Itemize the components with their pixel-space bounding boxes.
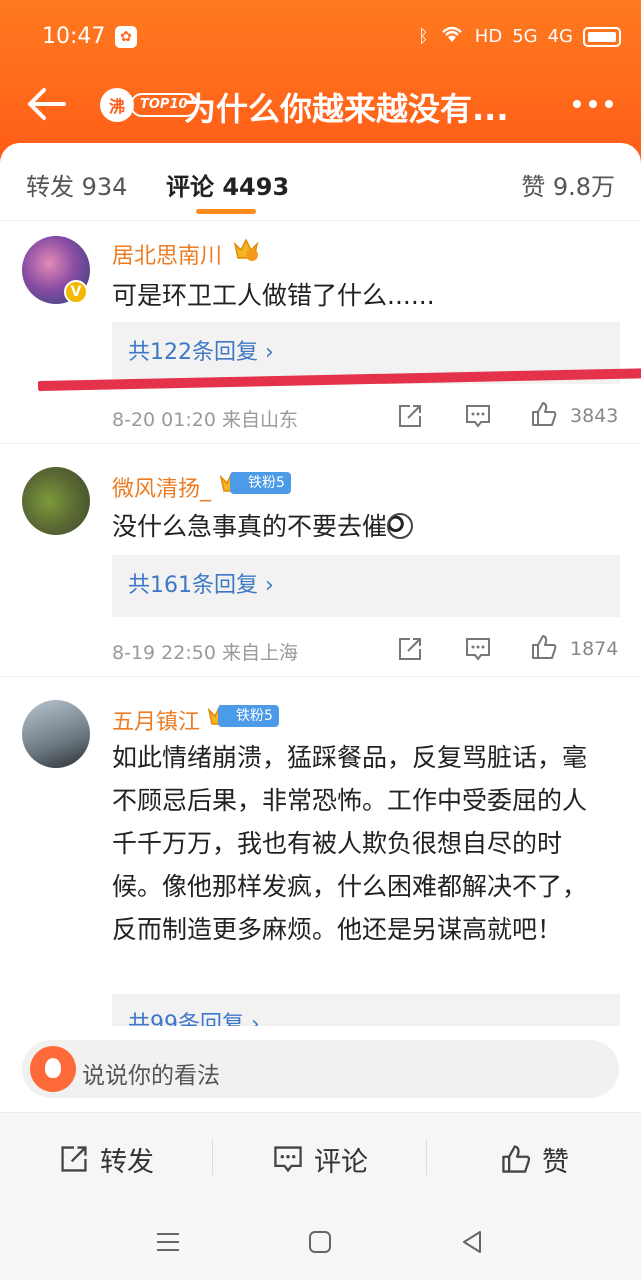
bottom-action-bar: 转发 评论 赞	[0, 1112, 641, 1204]
status-time: 10:47	[42, 24, 106, 49]
comment-meta: 8-19 22:50 来自上海	[112, 642, 298, 664]
back-triangle-icon[interactable]	[458, 1228, 486, 1256]
repost-label: 转发	[100, 1146, 154, 1178]
hot-top10-badge: 沸 TOP10	[100, 88, 198, 122]
divider	[212, 1139, 213, 1175]
comment-label: 评论	[314, 1146, 368, 1178]
status-bar: 10:47 ✿ ᛒ HD 5G 4G	[0, 0, 641, 70]
crown-icon	[233, 238, 259, 261]
fan-level-badge: 铁粉5	[218, 705, 279, 727]
tab-bar: 转发 934 评论 4493 赞 9.8万	[0, 143, 641, 221]
status-indicators: ᛒ HD 5G 4G	[418, 24, 621, 49]
share-icon	[61, 1146, 87, 1172]
share-icon[interactable]	[396, 635, 424, 663]
comment-item: 微风清扬_ 铁粉5 没什么急事真的不要去催 共161条回复 › 8-19 22:…	[0, 445, 641, 677]
comment-icon	[274, 1146, 302, 1173]
verified-badge-icon: V	[64, 280, 88, 304]
active-tab-indicator	[196, 209, 256, 214]
bluetooth-icon: ᛒ	[417, 26, 429, 47]
comment-item: 五月镇江 铁粉5 如此情绪崩溃，猛踩餐品，反复骂脏话，毫不顾忌后果，非常恐怖。工…	[0, 678, 641, 1026]
tab-comments[interactable]: 评论 4493	[166, 167, 289, 202]
like-icon	[502, 1145, 531, 1173]
tab-likes[interactable]: 赞 9.8万	[521, 167, 615, 202]
replies-link[interactable]: 共99条回复 ›	[112, 994, 620, 1026]
repost-button[interactable]: 转发	[58, 1139, 154, 1179]
more-options-icon[interactable]	[573, 92, 619, 116]
hot-icon: 沸	[100, 88, 134, 122]
comment-meta: 8-20 01:20 来自山东	[112, 409, 298, 431]
divider	[426, 1139, 427, 1175]
4g-signal-icon: 4G	[547, 26, 573, 47]
hd-icon: HD	[474, 26, 503, 47]
comment-input-placeholder: 说说你的看法	[82, 1063, 220, 1089]
tab-repost[interactable]: 转发 934	[26, 167, 127, 202]
share-icon[interactable]	[396, 402, 424, 430]
username[interactable]: 居北思南川	[112, 238, 222, 270]
avatar[interactable]	[22, 700, 90, 768]
battery-icon	[583, 26, 621, 47]
username[interactable]: 微风清扬_	[112, 471, 211, 503]
replies-link[interactable]: 共161条回复 ›	[112, 555, 620, 617]
paw-icon: ✿	[115, 26, 137, 48]
like-label: 赞	[542, 1146, 569, 1178]
username[interactable]: 五月镇江	[112, 704, 200, 736]
like-count: 1874	[570, 638, 619, 660]
like-count: 3843	[570, 405, 619, 427]
menu-icon[interactable]	[154, 1228, 182, 1256]
comment-text: 可是环卫工人做错了什么......	[112, 281, 435, 310]
like-icon[interactable]	[530, 633, 558, 661]
like-icon[interactable]	[530, 400, 558, 428]
comment-input-area: 说说你的看法	[0, 1028, 641, 1112]
like-button[interactable]: 赞	[500, 1139, 569, 1179]
avatar[interactable]	[22, 467, 90, 535]
5g-signal-icon: 5G	[512, 26, 538, 47]
comment-text-content: 没什么急事真的不要去催	[112, 512, 388, 541]
comment-button[interactable]: 评论	[272, 1139, 368, 1179]
comment-text: 没什么急事真的不要去催	[112, 505, 612, 548]
home-icon[interactable]	[306, 1228, 334, 1256]
reply-icon[interactable]	[464, 402, 492, 430]
wifi-icon	[439, 24, 465, 49]
back-arrow-icon[interactable]	[24, 84, 68, 124]
comment-item: V 居北思南川 可是环卫工人做错了什么...... 共122条回复 › 8-20…	[0, 222, 641, 444]
system-nav-bar	[0, 1204, 641, 1280]
fan-level-badge: 铁粉5	[230, 472, 291, 494]
comment-text: 如此情绪崩溃，猛踩餐品，反复骂脏话，毫不顾忌后果，非常恐怖。工作中受委屈的人千千…	[112, 743, 588, 944]
comment-input[interactable]: 说说你的看法	[22, 1040, 619, 1098]
panda-emoji-icon	[387, 513, 414, 539]
page-title: 为什么你越来越没有...	[184, 90, 509, 128]
flame-avatar-icon	[30, 1046, 76, 1092]
nav-bar: 沸 TOP10 为什么你越来越没有...	[0, 72, 641, 138]
reply-icon[interactable]	[464, 635, 492, 663]
